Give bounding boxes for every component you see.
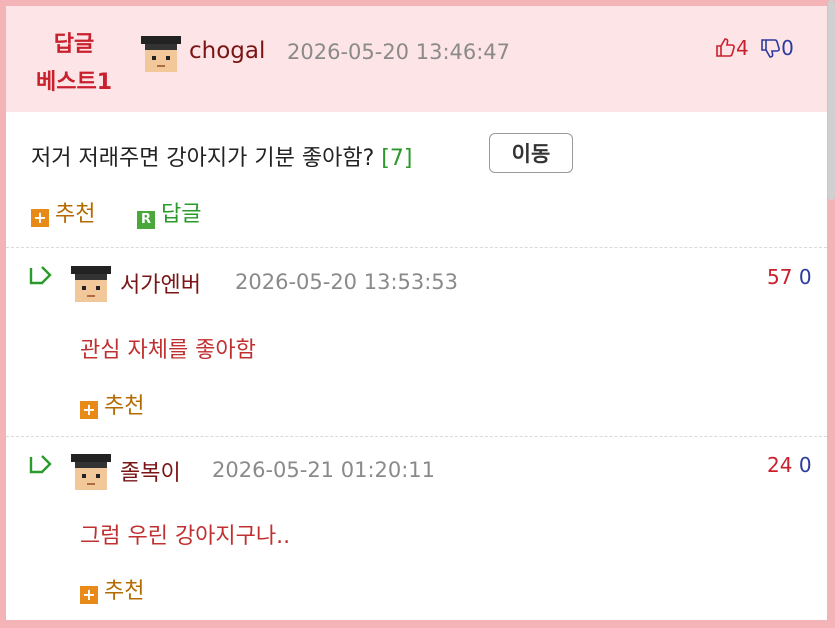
upvote-count[interactable]: 57: [767, 265, 792, 289]
divider: [6, 436, 827, 437]
comment-date: 2026-05-20 13:46:47: [287, 40, 511, 64]
plus-icon: +: [80, 401, 98, 419]
downvote-count[interactable]: 0: [799, 453, 812, 477]
comment-body: 관심 자체를 좋아함: [80, 338, 256, 363]
reply-count[interactable]: [7]: [381, 146, 412, 171]
recommend-button[interactable]: + 추천: [80, 388, 144, 420]
downvote-count[interactable]: 0: [799, 265, 812, 289]
plus-icon: +: [80, 586, 98, 604]
comment-body: 그럼 우린 강아지구나..: [80, 524, 291, 549]
vote-box: 24 0: [767, 453, 812, 477]
comment-date: 2026-05-21 01:20:11: [212, 458, 436, 482]
vote-box: 57 0: [767, 265, 812, 289]
thumbs-up-icon[interactable]: [714, 36, 736, 58]
recommend-button[interactable]: + 추천: [80, 573, 144, 605]
upvote-count: 4: [736, 36, 749, 60]
reply-arrow-icon: [29, 455, 52, 474]
vote-box: 4 0: [714, 36, 794, 60]
comment-author[interactable]: 서가엔버: [120, 267, 201, 299]
avatar[interactable]: [69, 450, 113, 494]
upvote-count[interactable]: 24: [767, 453, 792, 477]
comment-author[interactable]: chogal: [189, 38, 265, 64]
scrollbar[interactable]: [828, 0, 835, 200]
divider: [6, 247, 827, 248]
reply-arrow-icon: [29, 266, 52, 285]
downvote-count: 0: [781, 36, 794, 60]
reply-button[interactable]: R 답글: [137, 196, 201, 229]
avatar[interactable]: [139, 32, 183, 76]
thumbs-down-icon[interactable]: [759, 38, 781, 60]
comment-body: 저거 저래주면 강아지가 기분 좋아함? [7]: [31, 146, 413, 171]
best-reply-badge: 답글 베스트1: [35, 32, 113, 95]
reply-r-icon: R: [137, 211, 155, 229]
move-button[interactable]: 이동: [489, 133, 573, 173]
avatar[interactable]: [69, 262, 113, 306]
comment-date: 2026-05-20 13:53:53: [235, 270, 459, 294]
plus-icon: +: [31, 209, 49, 227]
recommend-button[interactable]: + 추천: [31, 196, 95, 228]
comment-author[interactable]: 졸복이: [120, 455, 181, 487]
